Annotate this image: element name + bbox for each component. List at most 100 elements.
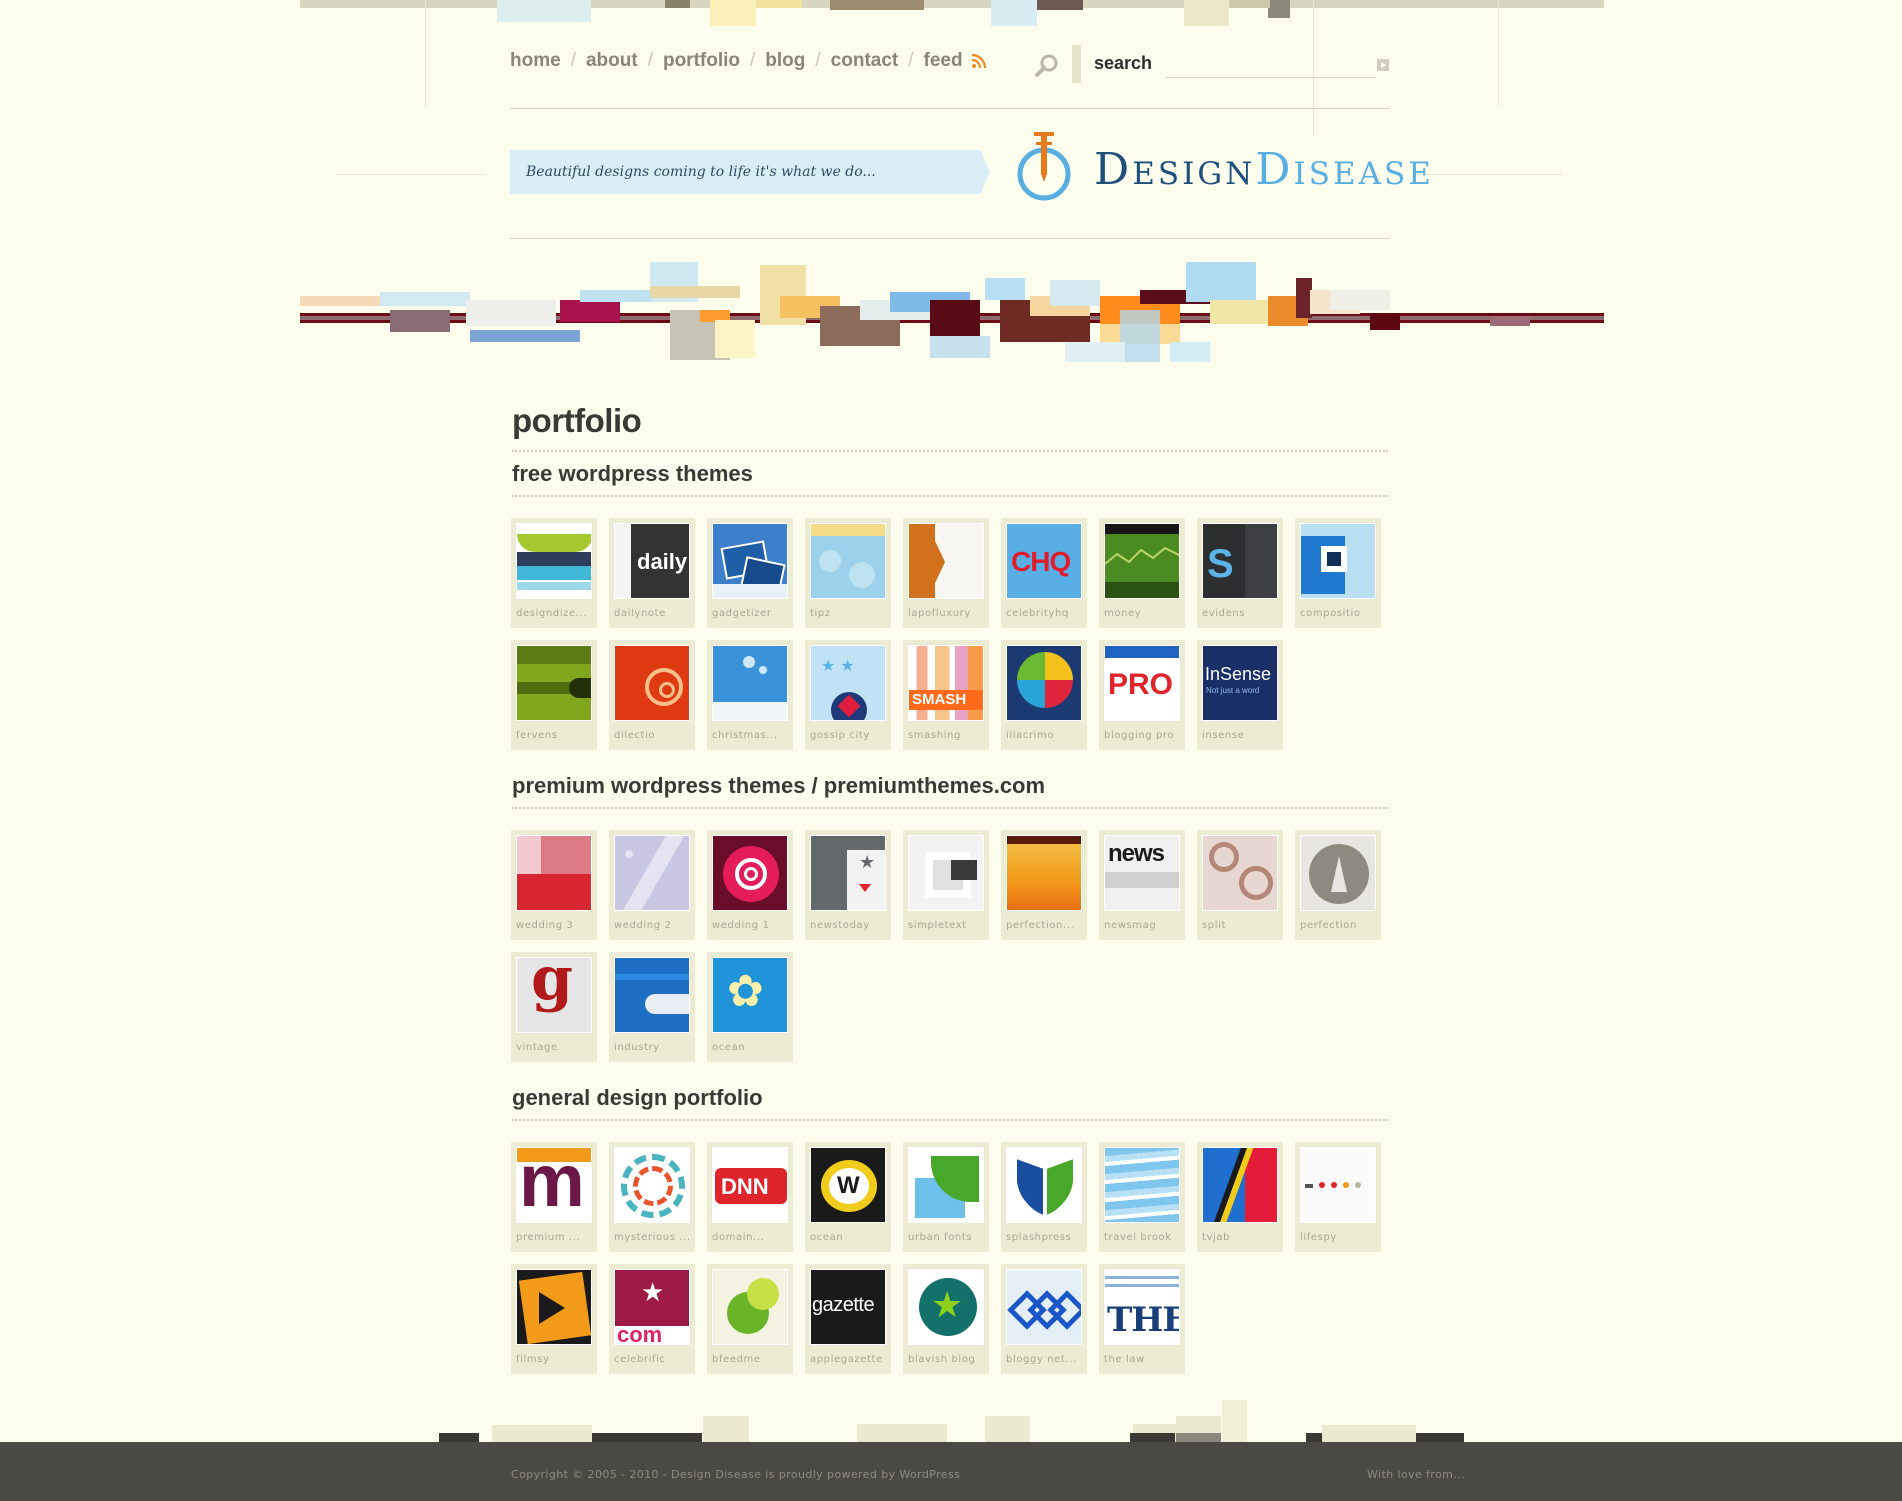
nav-contact[interactable]: contact xyxy=(831,50,899,72)
thumb-text: com xyxy=(617,1322,663,1345)
nav-feed[interactable]: feed xyxy=(924,50,963,72)
footer-credit[interactable]: With love from... xyxy=(1367,1468,1465,1481)
portfolio-item[interactable]: THE the law xyxy=(1099,1264,1185,1374)
search-input[interactable] xyxy=(1166,55,1376,78)
portfolio-item[interactable]: lapofluxury xyxy=(903,518,989,628)
item-caption: bloggy net... xyxy=(1006,1354,1077,1365)
portfolio-item[interactable]: wedding 2 xyxy=(609,830,695,940)
portfolio-item[interactable]: tipz xyxy=(805,518,891,628)
item-caption: perfection xyxy=(1300,920,1357,931)
thumb-text: daily xyxy=(637,549,688,574)
portfolio-item[interactable]: m premium ... xyxy=(511,1142,597,1252)
rss-icon[interactable] xyxy=(971,53,987,69)
search-submit-button[interactable] xyxy=(1377,59,1389,71)
item-caption: gadgetizer xyxy=(712,608,772,619)
logo-word-design: Design xyxy=(1094,144,1256,195)
thumbnail-image xyxy=(516,1269,592,1345)
portfolio-item[interactable]: designdize... xyxy=(511,518,597,628)
item-caption: newstoday xyxy=(810,920,870,931)
portfolio-item[interactable]: splashpress xyxy=(1001,1142,1087,1252)
thumbnail-image xyxy=(1300,835,1376,911)
nav-about[interactable]: about xyxy=(586,50,638,72)
thumb-text: Not just a word xyxy=(1206,686,1260,695)
thumb-text: SMASH xyxy=(912,691,967,708)
portfolio-item[interactable]: ★ blavish blog xyxy=(903,1264,989,1374)
star-icon: ★ xyxy=(641,1278,665,1308)
portfolio-item[interactable]: perfection xyxy=(1295,830,1381,940)
portfolio-item[interactable]: PRO blogging pro xyxy=(1099,640,1185,750)
flower-icon: ✿ xyxy=(727,966,764,1017)
portfolio-item[interactable]: simpletext xyxy=(903,830,989,940)
item-caption: bfeedme xyxy=(712,1354,761,1365)
item-caption: designdize... xyxy=(516,608,588,619)
portfolio-item[interactable]: travel brook xyxy=(1099,1142,1185,1252)
thumb-text: W xyxy=(837,1172,860,1199)
portfolio-item[interactable]: urban fonts xyxy=(903,1142,989,1252)
thumbnail-image: SMASH xyxy=(908,645,984,721)
thumbnail-image xyxy=(1104,523,1180,599)
portfolio-item[interactable]: illacrimo xyxy=(1001,640,1087,750)
thumbnail-image: S xyxy=(1202,523,1278,599)
portfolio-item[interactable]: money xyxy=(1099,518,1185,628)
portfolio-item[interactable]: split xyxy=(1197,830,1283,940)
portfolio-item[interactable]: tvjab xyxy=(1197,1142,1283,1252)
portfolio-item[interactable]: SMASH smashing xyxy=(903,640,989,750)
portfolio-item[interactable]: filmsy xyxy=(511,1264,597,1374)
thumbnail-image xyxy=(908,1147,984,1223)
portfolio-item[interactable]: gadgetizer xyxy=(707,518,793,628)
item-caption: lifespy xyxy=(1300,1232,1337,1243)
thumbnail-image xyxy=(1300,523,1376,599)
portfolio-item[interactable]: W ocean xyxy=(805,1142,891,1252)
portfolio-item[interactable]: industry xyxy=(609,952,695,1062)
thumbnail-image xyxy=(1104,1147,1180,1223)
portfolio-item[interactable]: compositio xyxy=(1295,518,1381,628)
portfolio-item[interactable]: christmas... xyxy=(707,640,793,750)
portfolio-item[interactable]: DNN domain... xyxy=(707,1142,793,1252)
item-caption: filmsy xyxy=(516,1354,550,1365)
portfolio-item[interactable]: ★ ★ gossip city xyxy=(805,640,891,750)
search-divider xyxy=(1072,45,1081,83)
portfolio-item[interactable]: InSense Not just a word insense xyxy=(1197,640,1283,750)
portfolio-item[interactable]: wedding 1 xyxy=(707,830,793,940)
item-caption: insense xyxy=(1202,730,1245,741)
portfolio-item[interactable]: news newsmag xyxy=(1099,830,1185,940)
thumbnail-image: ★ xyxy=(810,835,886,911)
nav-portfolio[interactable]: portfolio xyxy=(663,50,740,72)
portfolio-item[interactable]: ★ com celebrific xyxy=(609,1264,695,1374)
portfolio-item[interactable]: fervens xyxy=(511,640,597,750)
premium-themes-grid: wedding 3 wedding 2 wedding 1 ★ newstoda… xyxy=(511,830,1381,1062)
thumbnail-image xyxy=(1006,1269,1082,1345)
thumbnail-image: daily xyxy=(614,523,690,599)
portfolio-item[interactable]: ✿ ocean xyxy=(707,952,793,1062)
thumbnail-image xyxy=(1006,1147,1082,1223)
portfolio-item[interactable]: g vintage xyxy=(511,952,597,1062)
thumb-text: g xyxy=(531,957,573,1014)
portfolio-item[interactable]: CHQ celebrityhq xyxy=(1001,518,1087,628)
thumbnail-image: W xyxy=(810,1147,886,1223)
portfolio-item[interactable]: dilectio xyxy=(609,640,695,750)
thumbnail-image xyxy=(516,523,592,599)
thumb-text: DNN xyxy=(721,1174,769,1199)
thumb-text: PRO xyxy=(1108,668,1174,701)
portfolio-item[interactable]: bloggy net... xyxy=(1001,1264,1087,1374)
portfolio-item[interactable]: daily dailynote xyxy=(609,518,695,628)
site-logo[interactable]: DesignDisease xyxy=(1094,144,1434,195)
thumb-text: CHQ xyxy=(1011,546,1071,577)
portfolio-item[interactable]: bfeedme xyxy=(707,1264,793,1374)
thumbnail-image: news xyxy=(1104,835,1180,911)
nav-home[interactable]: home xyxy=(510,50,561,72)
portfolio-item[interactable]: S evidens xyxy=(1197,518,1283,628)
portfolio-item[interactable]: lifespy xyxy=(1295,1142,1381,1252)
item-caption: travel brook xyxy=(1104,1232,1172,1243)
portfolio-item[interactable]: perfection... xyxy=(1001,830,1087,940)
free-themes-grid: designdize... daily dailynote gadgetizer… xyxy=(511,518,1381,750)
item-caption: smashing xyxy=(908,730,961,741)
portfolio-item[interactable]: mysterious ... xyxy=(609,1142,695,1252)
thumbnail-image: ★ com xyxy=(614,1269,690,1345)
portfolio-item[interactable]: ★ newstoday xyxy=(805,830,891,940)
portfolio-item[interactable]: wedding 3 xyxy=(511,830,597,940)
nav-blog[interactable]: blog xyxy=(765,50,805,72)
thumbnail-image xyxy=(516,835,592,911)
portfolio-item[interactable]: gazette applegazette xyxy=(805,1264,891,1374)
item-caption: wedding 1 xyxy=(712,920,770,931)
